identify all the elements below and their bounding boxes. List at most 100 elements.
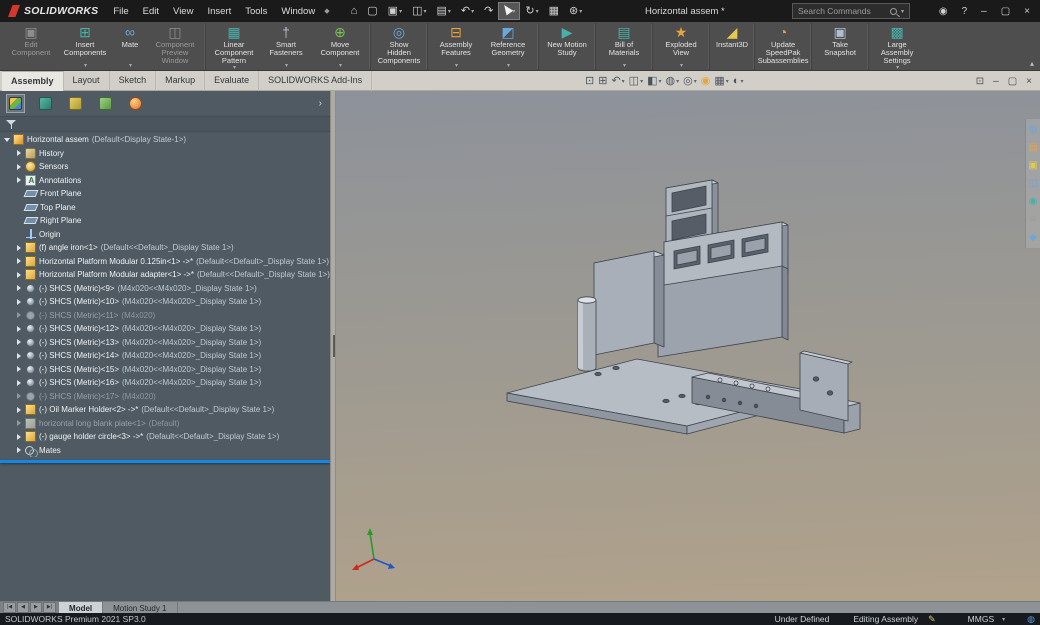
view-settings-icon[interactable]: ◐ ▾ xyxy=(732,75,745,88)
expand-arrow-icon[interactable] xyxy=(14,447,24,453)
expand-arrow-icon[interactable] xyxy=(14,245,24,251)
assembly-model[interactable] xyxy=(336,91,1040,601)
tab-markup[interactable]: Markup xyxy=(156,71,205,91)
save-icon[interactable]: ◫ ▾ xyxy=(407,2,431,20)
close-doc-icon[interactable]: × xyxy=(1026,76,1032,87)
custom-properties-icon[interactable]: ≡ xyxy=(1030,214,1036,225)
menu-tools[interactable]: Tools xyxy=(238,3,274,20)
tree-item-origin[interactable]: Origin xyxy=(0,228,330,242)
home-icon[interactable]: ⌂ ▾ xyxy=(346,2,363,20)
tree-item-oil-marker-holder[interactable]: (-) Oil Marker Holder<2> ->* (Default<<D… xyxy=(0,403,330,417)
close-icon[interactable]: × xyxy=(1018,4,1036,19)
new-window-icon[interactable]: ⊡ xyxy=(976,76,984,87)
tree-item-shcs-13[interactable]: (-) SHCS (Metric)<13> (M4x020<<M4x020>_D… xyxy=(0,336,330,350)
component-preview-window-button[interactable]: ◫ Component Preview Window ▾ xyxy=(148,23,202,70)
large-assembly-settings-button[interactable]: ▩ Large Assembly Settings ▾ xyxy=(868,23,922,70)
pin-menu-icon[interactable]: ◆ xyxy=(324,7,329,15)
zoom-area-icon[interactable]: ⊞ ▾ xyxy=(597,75,608,88)
expand-arrow-icon[interactable] xyxy=(14,393,24,399)
undo-icon[interactable]: ↶ ▾ xyxy=(456,2,479,20)
tree-item-mates[interactable]: Mates xyxy=(0,444,330,458)
expand-arrow-icon[interactable] xyxy=(14,177,24,183)
configurationmanager-tab-icon[interactable] xyxy=(66,94,85,113)
expand-arrow-icon[interactable] xyxy=(14,272,24,278)
tab-scroll-prev[interactable]: ◀ xyxy=(17,602,29,613)
tab-sketch[interactable]: Sketch xyxy=(110,71,157,91)
tree-item-long-blank-plate[interactable]: horizontal long blank plate<1> (Default) xyxy=(0,417,330,431)
tree-item-root[interactable]: Horizontal assem (Default<Display State-… xyxy=(0,133,330,147)
tree-item-history[interactable]: History xyxy=(0,147,330,161)
redo-icon[interactable]: ↷ ▾ xyxy=(479,2,498,20)
expand-arrow-icon[interactable] xyxy=(14,407,24,413)
tree-item-shcs-9[interactable]: (-) SHCS (Metric)<9> (M4x020<<M4x020>_Di… xyxy=(0,282,330,296)
tab-layout[interactable]: Layout xyxy=(64,71,110,91)
tree-item-shcs-15[interactable]: (-) SHCS (Metric)<15> (M4x020<<M4x020>_D… xyxy=(0,363,330,377)
mate-button[interactable]: ∞ Mate ▾ xyxy=(112,23,148,70)
rollback-bar[interactable] xyxy=(0,460,330,463)
graphics-area[interactable]: ◍ ▤ ▣ ◫ ◉ ≡ ◆ xyxy=(336,91,1040,601)
dimxpertmanager-tab-icon[interactable] xyxy=(96,94,115,113)
expand-arrow-icon[interactable] xyxy=(14,380,24,386)
user-icon[interactable]: ◉ xyxy=(933,4,954,19)
model-cylinder-pin[interactable] xyxy=(578,297,596,371)
expand-arrow-icon[interactable] xyxy=(14,434,24,440)
expand-arrow-icon[interactable] xyxy=(2,138,12,142)
hide-show-items-icon[interactable]: ◎ ▾ xyxy=(682,75,698,88)
zoom-fit-icon[interactable]: ⊡ ▾ xyxy=(584,75,595,88)
tree-item-right-plane[interactable]: Right Plane xyxy=(0,214,330,228)
displaymanager-tab-icon[interactable] xyxy=(126,94,145,113)
model-end-bracket[interactable] xyxy=(800,351,852,421)
previous-view-icon[interactable]: ↶ ▾ xyxy=(610,75,625,88)
expand-arrow-icon[interactable] xyxy=(14,353,24,359)
appearances-icon[interactable]: ◉ xyxy=(1029,196,1038,207)
tree-item-gauge-holder-circle[interactable]: (-) gauge holder circle<3> ->* (Default<… xyxy=(0,430,330,444)
insert-components-button[interactable]: ⊞ Insert Components ▾ xyxy=(58,23,112,70)
expand-arrow-icon[interactable] xyxy=(14,285,24,291)
tree-item-shcs-11[interactable]: (-) SHCS (Metric)<11> (M4x020) xyxy=(0,309,330,323)
new-document-icon[interactable]: ▢ ▾ xyxy=(362,2,382,20)
bill-of-materials-button[interactable]: ▤ Bill of Materials ▾ xyxy=(595,23,649,70)
expand-arrow-icon[interactable] xyxy=(14,258,24,264)
tree-item-shcs-17[interactable]: (-) SHCS (Metric)<17> (M4x020) xyxy=(0,390,330,404)
tab-scroll-last[interactable]: ▶| xyxy=(43,602,56,613)
options-icon[interactable]: ⊛ ▾ xyxy=(564,2,587,20)
menu-edit[interactable]: Edit xyxy=(136,3,166,20)
minimize-icon[interactable]: – xyxy=(975,4,993,19)
menu-file[interactable]: File xyxy=(106,3,135,20)
file-explorer-icon[interactable]: ▣ xyxy=(1028,160,1037,171)
expand-arrow-icon[interactable] xyxy=(14,326,24,332)
rebuild-icon[interactable]: ↻ ▾ xyxy=(520,2,543,20)
linear-component-pattern-button[interactable]: ▦ Linear Component Pattern ▾ xyxy=(205,23,259,70)
menu-insert[interactable]: Insert xyxy=(200,3,238,20)
update-speedpak-button[interactable]: ◔ Update SpeedPak Subassemblies ▾ xyxy=(754,23,808,70)
tree-item-shcs-12[interactable]: (-) SHCS (Metric)<12> (M4x020<<M4x020>_D… xyxy=(0,322,330,336)
expand-arrow-icon[interactable] xyxy=(14,339,24,345)
show-hidden-components-button[interactable]: ◎ Show Hidden Components ▾ xyxy=(370,23,424,70)
units-selector[interactable]: MMGS xyxy=(968,614,994,624)
tab-scroll-next[interactable]: ▶ xyxy=(30,602,42,613)
search-commands-input[interactable]: Search Commands ▾ xyxy=(792,3,910,19)
tree-item-angle-iron[interactable]: (f) angle iron<1> (Default<<Default>_Dis… xyxy=(0,241,330,255)
tree-item-shcs-16[interactable]: (-) SHCS (Metric)<16> (M4x020<<M4x020>_D… xyxy=(0,376,330,390)
expand-arrow-icon[interactable] xyxy=(14,366,24,372)
exploded-view-button[interactable]: ★ Exploded View ▾ xyxy=(652,23,706,70)
restore-doc-icon[interactable]: ▢ xyxy=(1008,76,1017,87)
propertymanager-tab-icon[interactable] xyxy=(36,94,55,113)
print-icon[interactable]: ▤ ▾ xyxy=(432,2,456,20)
tab-scroll-first[interactable]: |◀ xyxy=(3,602,16,613)
reference-geometry-button[interactable]: ◩ Reference Geometry ▾ xyxy=(481,23,535,70)
expand-arrow-icon[interactable] xyxy=(14,164,24,170)
view-orientation-icon[interactable]: ◧ ▾ xyxy=(646,75,662,88)
tree-item-front-plane[interactable]: Front Plane xyxy=(0,187,330,201)
take-snapshot-button[interactable]: ▣ Take Snapshot ▾ xyxy=(811,23,865,70)
section-view-icon[interactable]: ◫ ▾ xyxy=(628,75,644,88)
expand-arrow-icon[interactable] xyxy=(14,299,24,305)
forum-icon[interactable]: ◆ xyxy=(1029,232,1037,243)
smart-fasteners-button[interactable]: † Smart Fasteners ▾ xyxy=(259,23,313,70)
expand-arrow-icon[interactable] xyxy=(14,420,24,426)
globe-icon[interactable]: ◍ xyxy=(1027,614,1035,625)
tab-evaluate[interactable]: Evaluate xyxy=(205,71,259,91)
minimize-doc-icon[interactable]: – xyxy=(993,76,999,87)
menu-view[interactable]: View xyxy=(166,3,200,20)
solidworks-resources-icon[interactable]: ◍ xyxy=(1029,124,1038,135)
